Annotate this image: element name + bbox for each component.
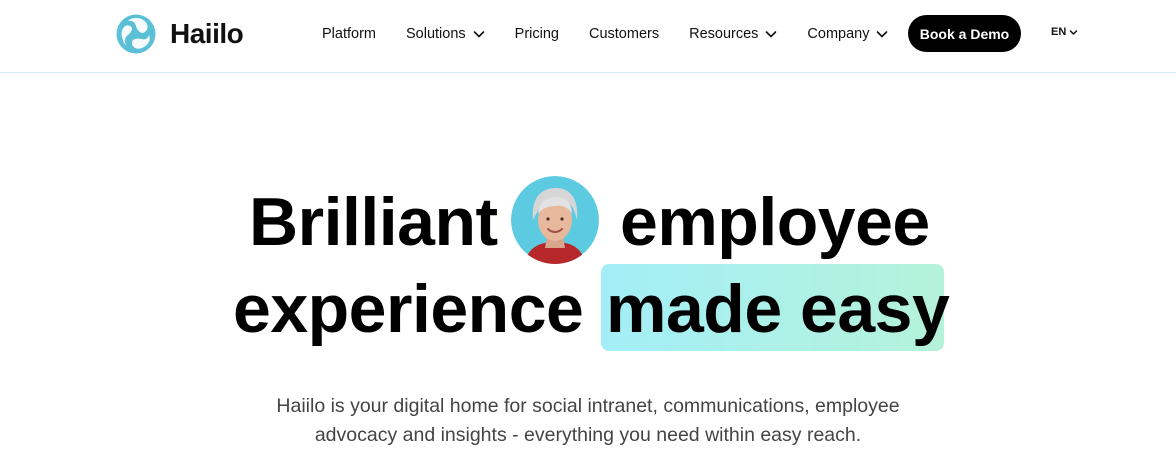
hero-section: Brilliant employee experience made easy … — [0, 73, 1176, 473]
logo-wordmark: Haiilo — [170, 18, 244, 49]
headline-word-employee: employee — [620, 184, 930, 260]
headline-word-experience: experience — [233, 271, 584, 347]
headline-highlight-text: made easy — [606, 271, 950, 347]
chevron-down-icon — [473, 31, 484, 38]
subtitle-line-1: Haiilo is your digital home for social i… — [276, 395, 900, 417]
nav-item-customers[interactable]: Customers — [589, 26, 659, 42]
language-label: EN — [1051, 26, 1067, 38]
nav-item-label: Company — [807, 26, 870, 42]
nav-item-label: Customers — [588, 26, 660, 42]
nav-item-label: Solutions — [406, 26, 466, 42]
nav-item-resources[interactable]: Resources — [689, 26, 777, 42]
avatar-photo — [511, 176, 599, 264]
headline-word-brilliant: Brilliant — [249, 184, 498, 260]
haiilo-logo-icon — [116, 14, 156, 54]
hero-subtitle: Haiilo is your digital home for social i… — [188, 392, 988, 450]
nav-item-platform[interactable]: Platform — [322, 26, 376, 42]
nav-item-label: Platform — [322, 26, 376, 42]
nav-item-company[interactable]: Company — [807, 26, 888, 42]
nav-item-label: Resources — [689, 26, 759, 42]
language-selector[interactable]: EN — [1051, 26, 1078, 38]
subtitle-line-2: advocacy and insights - everything you n… — [314, 424, 862, 446]
chevron-down-icon — [877, 31, 888, 38]
nav-item-solutions[interactable]: Solutions — [406, 26, 485, 42]
chevron-down-icon — [766, 31, 777, 38]
book-demo-button[interactable]: Book a Demo — [908, 15, 1021, 52]
main-nav: Platform Solutions Pricing Customers Res… — [322, 0, 888, 68]
site-header: Haiilo Platform Solutions Pricing Custom… — [0, 0, 1176, 73]
logo[interactable]: Haiilo — [116, 14, 244, 54]
chevron-down-icon — [1070, 29, 1078, 35]
nav-item-label: Pricing — [514, 26, 559, 42]
nav-item-pricing[interactable]: Pricing — [515, 26, 559, 42]
